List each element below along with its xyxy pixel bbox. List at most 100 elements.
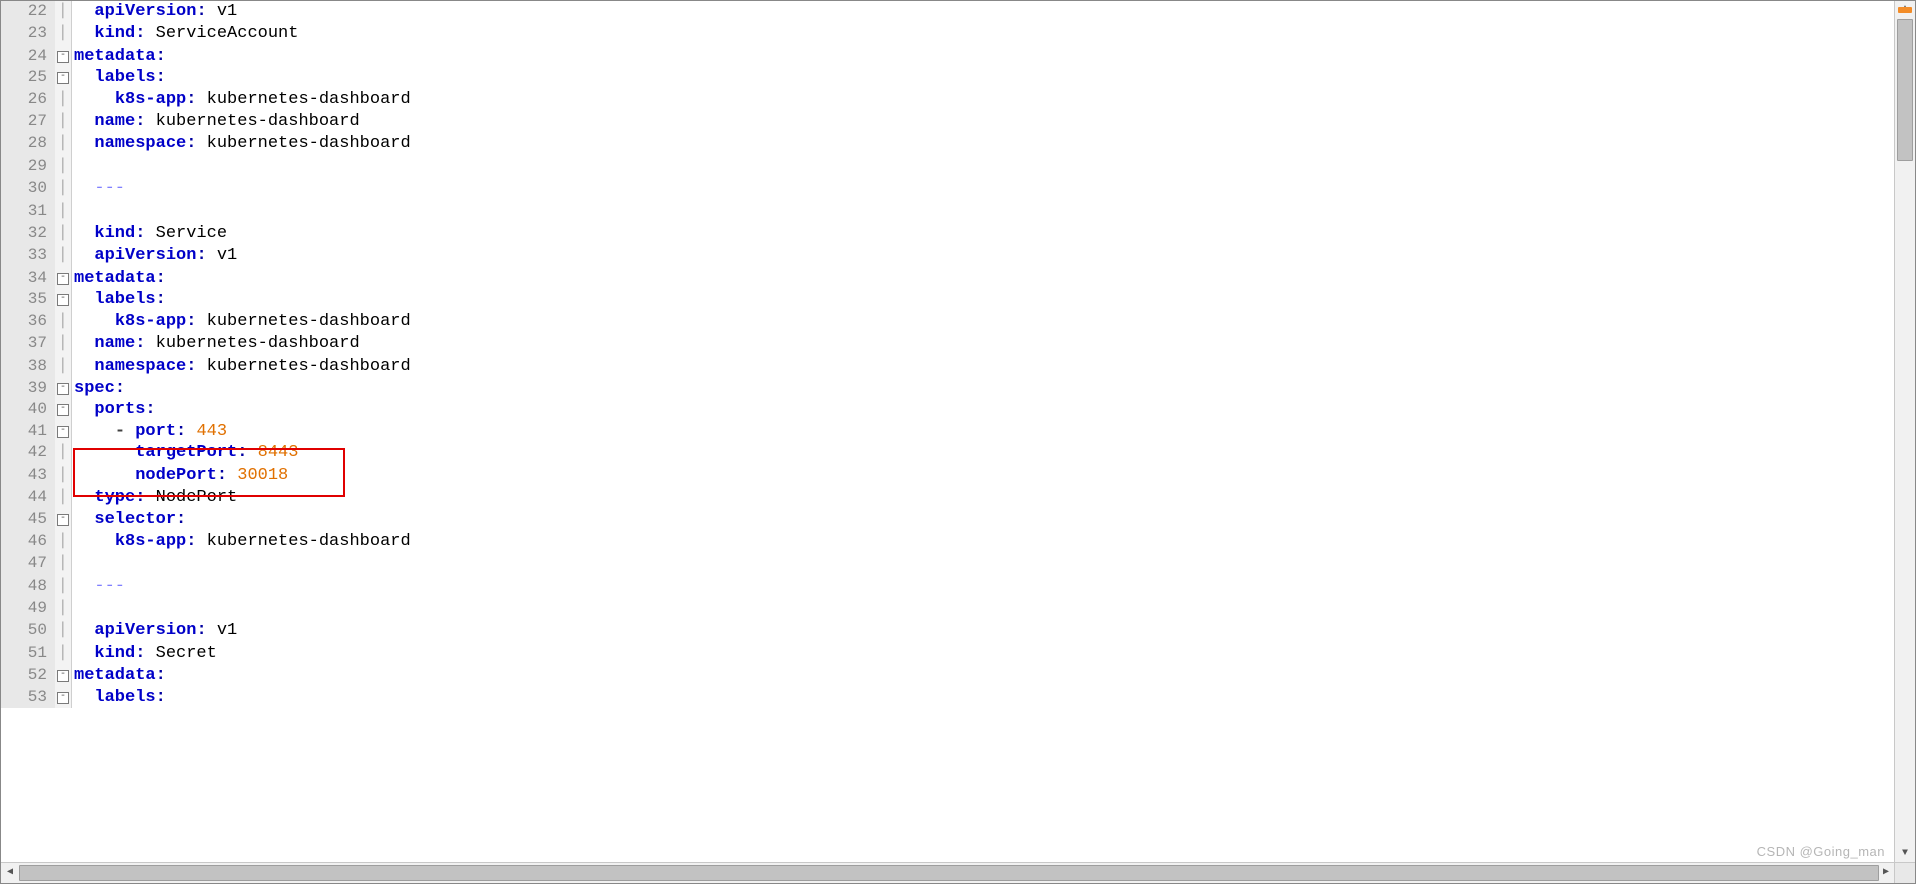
code-line[interactable]: 37│ name: kubernetes-dashboard: [1, 333, 411, 355]
code-line[interactable]: 45- selector:: [1, 509, 411, 530]
fold-gutter[interactable]: │: [55, 643, 72, 665]
fold-toggle-icon[interactable]: -: [57, 692, 69, 704]
fold-gutter[interactable]: │: [55, 487, 72, 509]
code-content[interactable]: namespace: kubernetes-dashboard: [72, 133, 411, 155]
code-content[interactable]: - port: 443: [72, 421, 411, 442]
fold-gutter[interactable]: │: [55, 89, 72, 111]
fold-gutter[interactable]: │: [55, 465, 72, 487]
fold-gutter[interactable]: │: [55, 598, 72, 620]
code-content[interactable]: ---: [72, 178, 411, 200]
code-content[interactable]: labels:: [72, 289, 411, 310]
scroll-down-arrow[interactable]: ▼: [1895, 845, 1915, 863]
code-line[interactable]: 22│ apiVersion: v1: [1, 1, 411, 23]
code-line[interactable]: 48│ ---: [1, 576, 411, 598]
fold-gutter[interactable]: -: [55, 268, 72, 289]
code-line[interactable]: 28│ namespace: kubernetes-dashboard: [1, 133, 411, 155]
fold-gutter[interactable]: -: [55, 421, 72, 442]
code-content[interactable]: ---: [72, 576, 411, 598]
fold-toggle-icon[interactable]: -: [57, 294, 69, 306]
code-line[interactable]: 44│ type: NodePort: [1, 487, 411, 509]
code-content[interactable]: type: NodePort: [72, 487, 411, 509]
code-line[interactable]: 24-metadata:: [1, 46, 411, 67]
fold-gutter[interactable]: -: [55, 378, 72, 399]
fold-gutter[interactable]: │: [55, 245, 72, 267]
code-content[interactable]: ports:: [72, 399, 411, 420]
fold-gutter[interactable]: │: [55, 531, 72, 553]
fold-toggle-icon[interactable]: -: [57, 514, 69, 526]
fold-gutter[interactable]: │: [55, 620, 72, 642]
scroll-left-arrow[interactable]: ◀: [1, 863, 19, 883]
code-content[interactable]: namespace: kubernetes-dashboard: [72, 356, 411, 378]
fold-gutter[interactable]: │: [55, 1, 72, 23]
code-line[interactable]: 38│ namespace: kubernetes-dashboard: [1, 356, 411, 378]
fold-gutter[interactable]: │: [55, 156, 72, 178]
fold-toggle-icon[interactable]: -: [57, 51, 69, 63]
code-line[interactable]: 43│ nodePort: 30018: [1, 465, 411, 487]
code-content[interactable]: kind: Secret: [72, 643, 411, 665]
code-line[interactable]: 39-spec:: [1, 378, 411, 399]
code-content[interactable]: apiVersion: v1: [72, 1, 411, 23]
code-content[interactable]: [72, 156, 411, 178]
code-content[interactable]: k8s-app: kubernetes-dashboard: [72, 311, 411, 333]
horizontal-scroll-thumb[interactable]: [19, 865, 1879, 881]
fold-toggle-icon[interactable]: -: [57, 72, 69, 84]
code-content[interactable]: [72, 553, 411, 575]
vertical-scrollbar[interactable]: ▲ ▼: [1894, 1, 1915, 863]
fold-toggle-icon[interactable]: -: [57, 273, 69, 285]
fold-gutter[interactable]: -: [55, 289, 72, 310]
fold-gutter[interactable]: │: [55, 333, 72, 355]
code-line[interactable]: 41- - port: 443: [1, 421, 411, 442]
code-line[interactable]: 52-metadata:: [1, 665, 411, 686]
code-line[interactable]: 29│: [1, 156, 411, 178]
code-content[interactable]: kind: ServiceAccount: [72, 23, 411, 45]
code-content[interactable]: apiVersion: v1: [72, 620, 411, 642]
code-content[interactable]: [72, 201, 411, 223]
code-line[interactable]: 53- labels:: [1, 687, 411, 708]
code-content[interactable]: spec:: [72, 378, 411, 399]
code-content[interactable]: [72, 598, 411, 620]
code-line[interactable]: 31│: [1, 201, 411, 223]
code-line[interactable]: 51│ kind: Secret: [1, 643, 411, 665]
code-line[interactable]: 34-metadata:: [1, 268, 411, 289]
code-content[interactable]: kind: Service: [72, 223, 411, 245]
code-line[interactable]: 30│ ---: [1, 178, 411, 200]
code-line[interactable]: 26│ k8s-app: kubernetes-dashboard: [1, 89, 411, 111]
code-content[interactable]: selector:: [72, 509, 411, 530]
scroll-right-arrow[interactable]: ▶: [1877, 863, 1895, 883]
code-line[interactable]: 40- ports:: [1, 399, 411, 420]
code-content[interactable]: targetPort: 8443: [72, 442, 411, 464]
code-content[interactable]: apiVersion: v1: [72, 245, 411, 267]
code-content[interactable]: name: kubernetes-dashboard: [72, 111, 411, 133]
code-line[interactable]: 46│ k8s-app: kubernetes-dashboard: [1, 531, 411, 553]
fold-gutter[interactable]: -: [55, 509, 72, 530]
fold-gutter[interactable]: -: [55, 46, 72, 67]
fold-gutter[interactable]: -: [55, 665, 72, 686]
fold-gutter[interactable]: -: [55, 687, 72, 708]
code-line[interactable]: 23│ kind: ServiceAccount: [1, 23, 411, 45]
code-line[interactable]: 49│: [1, 598, 411, 620]
code-content[interactable]: k8s-app: kubernetes-dashboard: [72, 531, 411, 553]
fold-toggle-icon[interactable]: -: [57, 426, 69, 438]
code-content[interactable]: metadata:: [72, 46, 411, 67]
code-line[interactable]: 42│ targetPort: 8443: [1, 442, 411, 464]
fold-gutter[interactable]: │: [55, 133, 72, 155]
code-line[interactable]: 35- labels:: [1, 289, 411, 310]
fold-gutter[interactable]: -: [55, 67, 72, 88]
code-content[interactable]: name: kubernetes-dashboard: [72, 333, 411, 355]
fold-gutter[interactable]: │: [55, 576, 72, 598]
fold-gutter[interactable]: │: [55, 553, 72, 575]
code-line[interactable]: 47│: [1, 553, 411, 575]
fold-gutter[interactable]: │: [55, 223, 72, 245]
horizontal-scrollbar[interactable]: ◀ ▶: [1, 862, 1895, 883]
fold-gutter[interactable]: │: [55, 201, 72, 223]
code-content[interactable]: k8s-app: kubernetes-dashboard: [72, 89, 411, 111]
fold-toggle-icon[interactable]: -: [57, 404, 69, 416]
code-line[interactable]: 32│ kind: Service: [1, 223, 411, 245]
code-line[interactable]: 36│ k8s-app: kubernetes-dashboard: [1, 311, 411, 333]
fold-gutter[interactable]: │: [55, 356, 72, 378]
code-line[interactable]: 27│ name: kubernetes-dashboard: [1, 111, 411, 133]
code-area[interactable]: 22│ apiVersion: v123│ kind: ServiceAccou…: [1, 1, 1895, 863]
fold-toggle-icon[interactable]: -: [57, 670, 69, 682]
code-content[interactable]: metadata:: [72, 665, 411, 686]
code-content[interactable]: metadata:: [72, 268, 411, 289]
